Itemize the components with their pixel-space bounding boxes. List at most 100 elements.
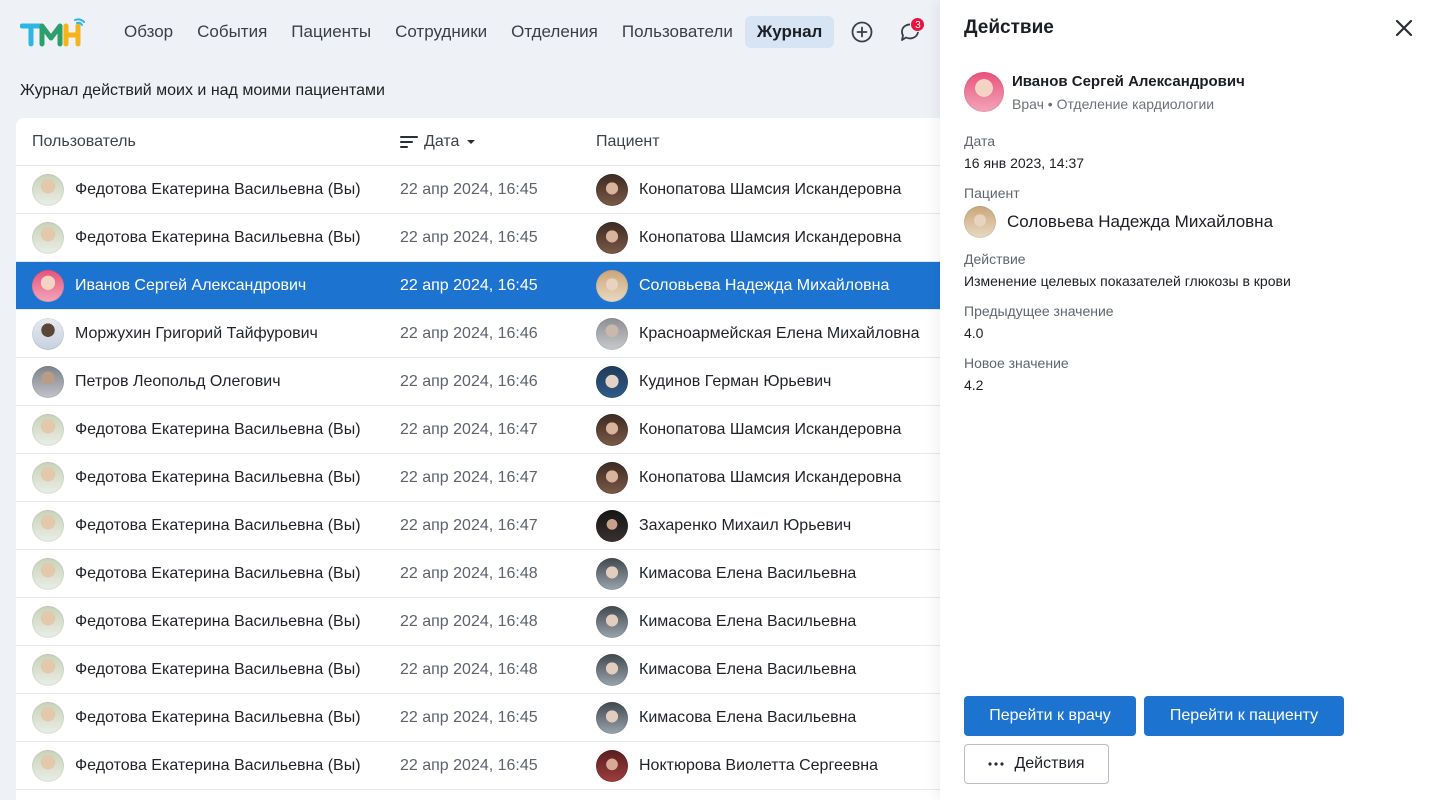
- user-name: Федотова Екатерина Васильевна (Вы): [75, 612, 361, 630]
- table-row[interactable]: Федотова Екатерина Васильевна (Вы) 22 ап…: [16, 406, 940, 454]
- patient-name: Захаренко Михаил Юрьевич: [639, 516, 852, 534]
- patient-name: Соловьева Надежда Михайловна: [1007, 212, 1274, 231]
- add-button[interactable]: [842, 16, 882, 48]
- actions-button[interactable]: Действия: [964, 744, 1109, 784]
- user-avatar: [32, 509, 64, 542]
- patient-name: Кимасова Елена Васильевна: [639, 708, 857, 726]
- patient-avatar: [596, 653, 628, 686]
- doctor-avatar: [964, 72, 1004, 112]
- user-avatar: [32, 365, 64, 398]
- patient-avatar: [596, 749, 628, 782]
- row-date: 22 апр 2024, 16:48: [400, 564, 538, 582]
- user-name: Иванов Сергей Александрович: [75, 276, 307, 294]
- row-date: 22 апр 2024, 16:45: [400, 180, 538, 198]
- messages-button[interactable]: 3: [890, 16, 930, 48]
- table-row[interactable]: Петров Леопольд Олегович 22 апр 2024, 16…: [16, 358, 940, 406]
- action-detail-panel: Действие Иванов Сергей Александрович Вра…: [940, 0, 1440, 800]
- patient-name: Конопатова Шамсия Искандеровна: [639, 420, 902, 438]
- doctor-role: Врач • Отделение кардиологии: [1012, 95, 1215, 112]
- patient-name: Конопатова Шамсия Искандеровна: [639, 180, 902, 198]
- new-value: 4.2: [964, 377, 984, 393]
- header-user[interactable]: Пользователь: [16, 133, 400, 151]
- user-name: Федотова Екатерина Васильевна (Вы): [75, 564, 361, 582]
- user-name: Моржухин Григорий Тайфурович: [75, 324, 318, 342]
- row-date: 22 апр 2024, 16:47: [400, 468, 538, 486]
- notification-badge: 3: [910, 17, 926, 32]
- row-date: 22 апр 2024, 16:47: [400, 420, 538, 438]
- patient-avatar: [596, 509, 628, 542]
- user-avatar: [32, 461, 64, 494]
- nav-journal[interactable]: Журнал: [744, 16, 835, 48]
- patient-avatar: [596, 557, 628, 590]
- nav-users[interactable]: Пользователи: [610, 16, 745, 48]
- table-row[interactable]: Федотова Екатерина Васильевна (Вы) 22 ап…: [16, 214, 940, 262]
- row-date: 22 апр 2024, 16:48: [400, 660, 538, 678]
- patient-name: Красноармейская Елена Михайловна: [639, 324, 920, 342]
- header-date-label: Дата: [424, 132, 460, 150]
- table-row[interactable]: Моржухин Григорий Тайфурович 22 апр 2024…: [16, 310, 940, 358]
- nav-events[interactable]: События: [185, 16, 279, 48]
- header-date[interactable]: Дата: [400, 133, 596, 151]
- patient-avatar: [596, 701, 628, 734]
- row-date: 22 апр 2024, 16:47: [400, 516, 538, 534]
- user-avatar: [32, 749, 64, 782]
- row-date: 22 апр 2024, 16:46: [400, 324, 538, 342]
- previous-value: 4.0: [964, 325, 984, 341]
- user-name: Федотова Екатерина Васильевна (Вы): [75, 516, 361, 534]
- page-subtitle: Журнал действий моих и над моими пациент…: [20, 82, 385, 99]
- journal-table: Пользователь Дата Пациент Федотова Екате…: [16, 118, 940, 800]
- table-row[interactable]: Федотова Екатерина Васильевна (Вы) 22 ап…: [16, 454, 940, 502]
- user-avatar: [32, 413, 64, 446]
- table-row-selected[interactable]: Иванов Сергей Александрович 22 апр 2024,…: [16, 262, 940, 310]
- patient-name: Кимасова Елена Васильевна: [639, 612, 857, 630]
- table-row[interactable]: Федотова Екатерина Васильевна (Вы) 22 ап…: [16, 502, 940, 550]
- row-date: 22 апр 2024, 16:45: [400, 708, 538, 726]
- patient-name: Соловьева Надежда Михайловна: [639, 276, 890, 294]
- nav-overview[interactable]: Обзор: [112, 16, 185, 48]
- table-row[interactable]: Федотова Екатерина Васильевна (Вы) 22 ап…: [16, 550, 940, 598]
- user-name: Федотова Екатерина Васильевна (Вы): [75, 420, 361, 438]
- user-name: Федотова Екатерина Васильевна (Вы): [75, 180, 361, 198]
- user-name: Петров Леопольд Олегович: [75, 372, 281, 390]
- patient-avatar: [596, 365, 628, 398]
- row-date: 22 апр 2024, 16:45: [400, 228, 538, 246]
- plus-circle-icon: [851, 21, 873, 43]
- patient-avatar: [596, 461, 628, 494]
- doctor-name: Иванов Сергей Александрович: [1012, 72, 1245, 90]
- table-row[interactable]: Федотова Екатерина Васильевна (Вы) 22 ап…: [16, 166, 940, 214]
- table-row[interactable]: Федотова Екатерина Васильевна (Вы) 22 ап…: [16, 694, 940, 742]
- row-date: 22 апр 2024, 16:45: [400, 756, 538, 774]
- table-header: Пользователь Дата Пациент: [16, 118, 940, 166]
- table-row[interactable]: Федотова Екатерина Васильевна (Вы) 22 ап…: [16, 742, 940, 790]
- patient-avatar: [596, 221, 628, 254]
- close-button[interactable]: [1394, 18, 1414, 38]
- previous-value-label: Предыдущее значение: [964, 303, 1114, 319]
- table-row[interactable]: Федотова Екатерина Васильевна (Вы) 22 ап…: [16, 646, 940, 694]
- patient-name: Кимасова Елена Васильевна: [639, 660, 857, 678]
- patient-avatar: [596, 317, 628, 350]
- patient-info[interactable]: Соловьева Надежда Михайловна: [964, 206, 1273, 238]
- user-avatar: [32, 653, 64, 686]
- header-patient[interactable]: Пациент: [596, 133, 940, 151]
- nav-patients[interactable]: Пациенты: [279, 16, 383, 48]
- user-avatar: [32, 269, 64, 302]
- patient-name: Конопатова Шамсия Искандеровна: [639, 228, 902, 246]
- patient-avatar: [596, 605, 628, 638]
- actions-button-label: Действия: [1014, 755, 1085, 772]
- go-to-patient-button[interactable]: Перейти к пациенту: [1144, 696, 1344, 736]
- row-date: 22 апр 2024, 16:46: [400, 372, 538, 390]
- patient-name: Кимасова Елена Васильевна: [639, 564, 857, 582]
- nav-employees[interactable]: Сотрудники: [383, 16, 499, 48]
- action-value: Изменение целевых показателей глюкозы в …: [964, 273, 1291, 289]
- user-avatar: [32, 557, 64, 590]
- user-name: Федотова Екатерина Васильевна (Вы): [75, 228, 361, 246]
- panel-title: Действие: [964, 17, 1054, 38]
- row-date: 22 апр 2024, 16:48: [400, 612, 538, 630]
- user-name: Федотова Екатерина Васильевна (Вы): [75, 756, 361, 774]
- patient-avatar: [964, 206, 996, 238]
- nav-departments[interactable]: Отделения: [499, 16, 610, 48]
- logo[interactable]: [19, 16, 86, 48]
- table-row[interactable]: Федотова Екатерина Васильевна (Вы) 22 ап…: [16, 598, 940, 646]
- patient-label: Пациент: [964, 185, 1020, 201]
- go-to-doctor-button[interactable]: Перейти к врачу: [964, 696, 1136, 736]
